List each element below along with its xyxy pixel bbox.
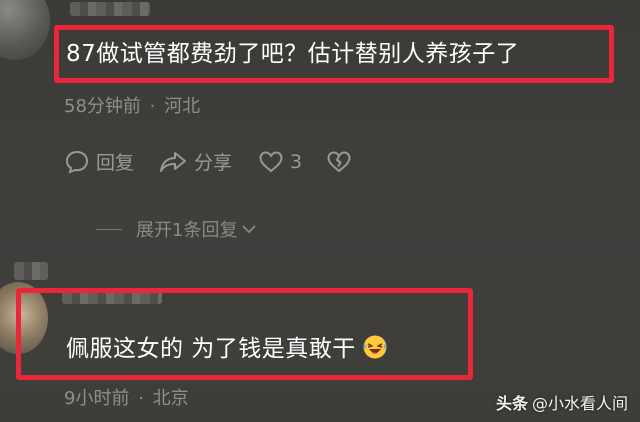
meta-separator: · [149, 96, 156, 117]
share-label: 分享 [194, 152, 233, 174]
like-count: 3 [290, 150, 303, 173]
broken-heart-icon [327, 150, 351, 172]
comment-text-content: 佩服这女的 为了钱是真敢干 [66, 336, 356, 362]
comment-meta: 58分钟前 · 河北 [64, 92, 200, 118]
share-button[interactable]: 分享 [158, 148, 232, 175]
divider-line [96, 228, 122, 230]
watermark-handle: @小水看人间 [531, 394, 628, 413]
meta-separator: · [138, 388, 144, 409]
comment-meta: 9小时前 · 北京 [64, 384, 189, 410]
username-blurred[interactable] [70, 2, 150, 16]
like-button[interactable]: 3 [258, 150, 302, 174]
comment-time: 9小时前 [64, 388, 130, 409]
watermark: 头条 @小水看人间 [496, 390, 628, 414]
share-arrow-icon [160, 151, 187, 172]
heart-icon [259, 150, 283, 172]
chevron-down-icon [242, 225, 257, 234]
laughing-crying-emoji-icon [363, 335, 387, 359]
reply-label: 回复 [96, 152, 135, 174]
comment-text: 佩服这女的 为了钱是真敢干 [66, 334, 388, 361]
avatar[interactable] [0, 0, 50, 60]
comment-location: 河北 [164, 96, 201, 117]
expand-replies-button[interactable]: 展开1条回复 [96, 216, 257, 242]
comment-bubble-icon [65, 150, 89, 174]
dislike-button[interactable] [326, 150, 352, 174]
comment-text: 87做试管都费劲了吧？估计替别人养孩子了 [66, 41, 520, 67]
username-blurred[interactable] [14, 262, 48, 280]
watermark-brand: 头条 [495, 394, 528, 413]
expand-replies-label: 展开1条回复 [136, 220, 238, 241]
comment-location: 北京 [152, 388, 189, 409]
comment-actions: 回复 分享 3 [64, 148, 352, 175]
reply-button[interactable]: 回复 [64, 148, 134, 175]
comment-time: 58分钟前 [64, 96, 141, 117]
